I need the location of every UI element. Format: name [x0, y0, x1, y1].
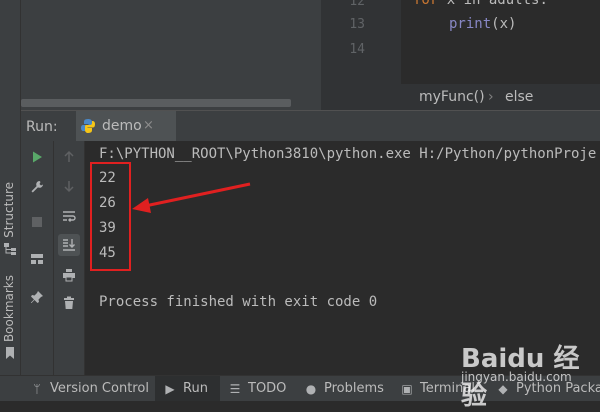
stop-icon — [32, 217, 42, 227]
code-line: for x in adults: — [413, 0, 548, 8]
scroll-to-end-icon — [63, 239, 75, 251]
run-panel-label: Run: — [26, 119, 58, 135]
editor-empty-pane — [21, 0, 321, 97]
version-control-label: Version Control — [50, 381, 149, 396]
scrollbar-thumb[interactable] — [21, 99, 291, 107]
print-button[interactable] — [58, 264, 80, 286]
code-line: print(x) — [449, 16, 516, 32]
watermark-url: jingyan.baidu.com — [461, 370, 572, 384]
next-occurrence-button[interactable] — [58, 175, 80, 197]
todo-tab[interactable]: ☰ TODO — [228, 376, 287, 401]
layout-icon — [31, 254, 43, 264]
pin-icon — [31, 291, 43, 303]
clear-all-button[interactable] — [58, 292, 80, 314]
previous-occurrence-button[interactable] — [58, 146, 80, 168]
layout-button[interactable] — [26, 248, 48, 270]
structure-tab[interactable]: Structure — [2, 178, 18, 256]
breadcrumb: myFunc() › else — [321, 84, 600, 110]
annotation-arrow-icon — [132, 182, 251, 213]
run-toolbar-primary — [21, 141, 54, 375]
run-tool-label: Run — [183, 381, 208, 396]
breadcrumb-separator: › — [488, 89, 494, 105]
code-text: (x) — [491, 16, 517, 32]
breadcrumb-item-else[interactable]: else — [505, 89, 533, 105]
play-icon: ▶ — [165, 381, 175, 396]
edit-configuration-button[interactable] — [26, 176, 48, 198]
annotation-highlight-box — [90, 162, 131, 271]
line-number-gutter: 12 13 14 — [321, 0, 401, 84]
left-tool-strip: Structure Bookmarks — [0, 0, 21, 375]
bookmark-icon — [6, 347, 14, 359]
structure-tab-label: Structure — [2, 182, 16, 238]
todo-label: TODO — [248, 381, 287, 396]
run-tab-demo[interactable]: demo × — [76, 111, 176, 143]
structure-icon — [4, 243, 16, 255]
code-keyword: for — [413, 0, 439, 8]
arrow-down-icon — [64, 181, 74, 193]
code-builtin: print — [449, 16, 492, 32]
pin-tab-button[interactable] — [26, 286, 48, 308]
line-number: 13 — [349, 17, 365, 32]
soft-wrap-icon — [63, 211, 76, 222]
stop-button[interactable] — [26, 211, 48, 233]
python-icon — [81, 119, 95, 133]
trash-icon — [64, 296, 74, 309]
run-toolbar-secondary — [54, 141, 85, 375]
printer-icon — [63, 269, 75, 282]
wrench-icon — [31, 181, 43, 193]
run-panel-header: Run: demo × — [21, 110, 600, 143]
terminal-icon: ▣ — [401, 381, 413, 396]
problems-label: Problems — [324, 381, 384, 396]
branch-icon: ᛘ — [33, 381, 41, 396]
problems-tab[interactable]: ● Problems — [304, 376, 384, 401]
watermark: Baidu 经验 jingyan.baidu.com — [455, 330, 595, 411]
scroll-to-end-button[interactable] — [58, 234, 80, 256]
problems-icon: ● — [305, 381, 317, 396]
run-tool-tab[interactable]: ▶ Run — [155, 376, 220, 401]
editor-area: 12 13 14 for x in adults: print(x) myFun… — [21, 0, 600, 110]
line-number: 14 — [349, 42, 365, 57]
bookmarks-tab[interactable]: Bookmarks — [2, 274, 18, 360]
console-exit-message: Process finished with exit code 0 — [99, 294, 378, 310]
rerun-button[interactable] — [26, 146, 48, 168]
list-icon: ☰ — [229, 381, 241, 396]
run-tab-label: demo — [102, 118, 142, 134]
horizontal-scrollbar[interactable] — [21, 97, 321, 110]
arrow-up-icon — [64, 150, 74, 162]
line-number: 12 — [349, 0, 365, 9]
version-control-tab[interactable]: ᛘ Version Control — [30, 376, 149, 401]
breadcrumb-item-function[interactable]: myFunc() — [419, 89, 485, 105]
code-text: x in adults: — [438, 0, 548, 8]
close-icon[interactable]: × — [143, 118, 154, 133]
console-command-line: F:\PYTHON__ROOT\Python3810\python.exe H:… — [99, 146, 597, 162]
play-icon — [33, 151, 42, 163]
bookmarks-tab-label: Bookmarks — [2, 274, 16, 342]
soft-wrap-button[interactable] — [58, 205, 80, 227]
